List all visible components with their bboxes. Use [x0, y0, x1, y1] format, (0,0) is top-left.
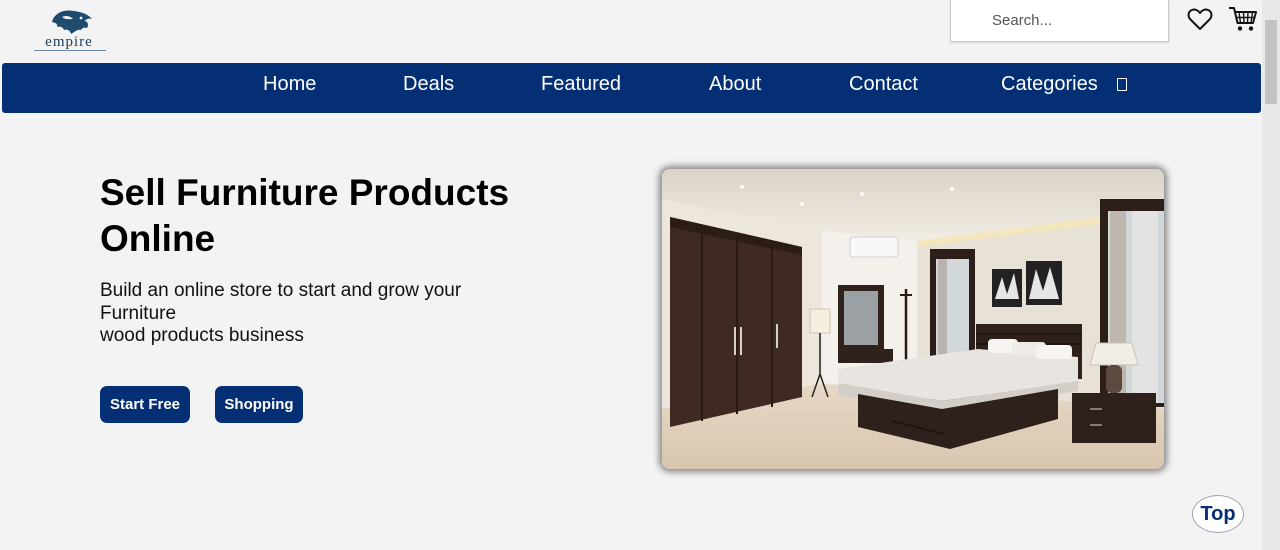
- wishlist-button[interactable]: [1185, 5, 1215, 33]
- search-box[interactable]: [950, 0, 1169, 42]
- nav-featured[interactable]: Featured: [541, 63, 621, 113]
- bedroom-furniture-photo: [662, 169, 1164, 469]
- nav-about[interactable]: About: [709, 63, 761, 113]
- main-nav: Home Deals Featured About Contact Catego…: [2, 63, 1261, 113]
- scrollbar-thumb[interactable]: [1265, 20, 1277, 104]
- logo-underline: [34, 50, 106, 52]
- hero-subtitle: Build an online store to start and grow …: [100, 280, 500, 348]
- hero-subtitle-line: wood products business: [100, 325, 304, 346]
- dropdown-icon[interactable]: [1117, 78, 1127, 91]
- back-to-top-button[interactable]: Top: [1192, 495, 1244, 533]
- hero-subtitle-line: Furniture: [100, 302, 177, 324]
- nav-contact[interactable]: Contact: [849, 63, 918, 113]
- cart-icon: [1229, 7, 1257, 31]
- start-free-button[interactable]: Start Free: [100, 386, 190, 423]
- brand-logo[interactable]: empire: [30, 8, 110, 52]
- search-input[interactable]: [951, 0, 1168, 41]
- nav-categories[interactable]: Categories: [1001, 63, 1098, 113]
- cart-button[interactable]: [1228, 5, 1258, 33]
- heart-icon: [1187, 8, 1213, 30]
- lion-icon: [52, 10, 92, 35]
- hero-image: [662, 169, 1164, 469]
- shopping-button[interactable]: Shopping: [215, 386, 303, 423]
- hero-title: Sell Furniture Products Online: [100, 172, 510, 259]
- hero-subtitle-line: Build an online store to start and grow …: [100, 280, 462, 301]
- nav-home[interactable]: Home: [263, 63, 316, 113]
- page-scrollbar[interactable]: [1262, 0, 1280, 550]
- nav-deals[interactable]: Deals: [403, 63, 454, 113]
- brand-name: empire: [45, 34, 93, 50]
